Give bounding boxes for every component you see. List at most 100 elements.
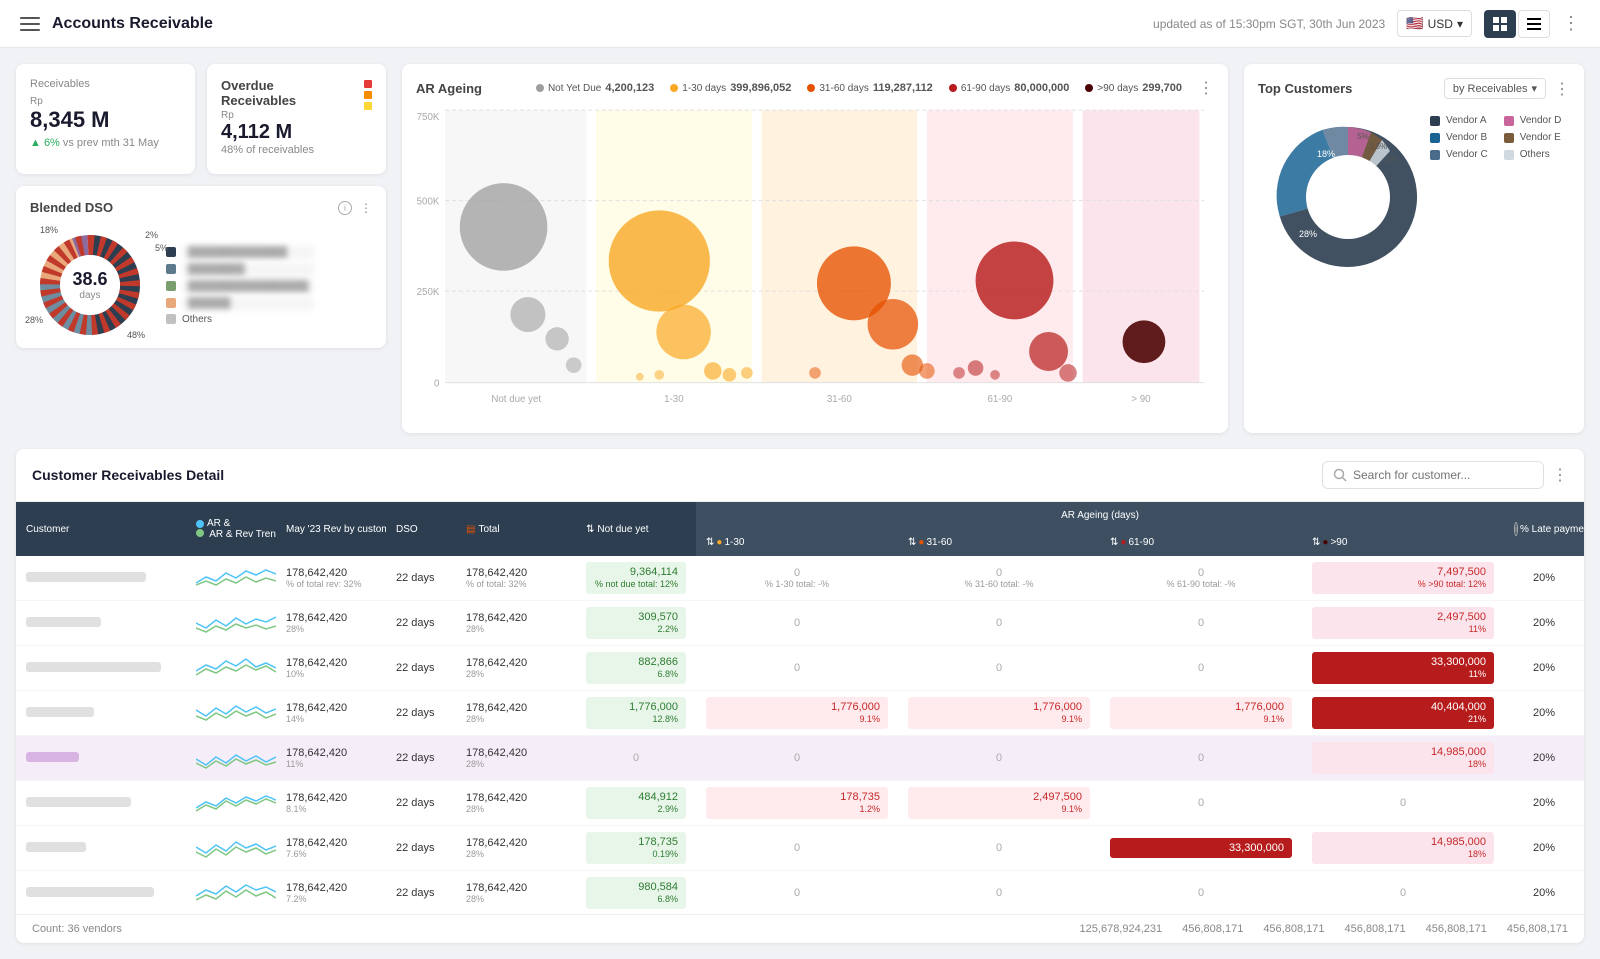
list-view-button[interactable]	[1518, 10, 1550, 38]
svg-text:> 90: > 90	[1131, 394, 1151, 405]
col-dso: DSO	[386, 502, 456, 556]
col-trend: AR & AR & Rev Trend	[186, 502, 276, 556]
svg-text:250K: 250K	[417, 287, 440, 298]
tc-legend-vendor-d: Vendor D	[1504, 115, 1562, 126]
overdue-label: Overdue	[221, 78, 296, 93]
ar-ageing-card: AR Ageing Not Yet Due 4,200,123 1-30 day…	[402, 64, 1228, 433]
top-left-area: Receivables Rp 8,345 M ▲ 6% vs prev mth …	[16, 64, 386, 433]
table-scroll[interactable]: Customer AR & AR & Rev Trend	[16, 502, 1584, 914]
kpi-top-row: Receivables Rp 8,345 M ▲ 6% vs prev mth …	[16, 64, 386, 174]
col-ar-ageing-group: AR Ageing (days)	[696, 502, 1504, 529]
ar-ageing-legend: Not Yet Due 4,200,123 1-30 days 399,896,…	[536, 78, 1214, 98]
tc-donut-chart: 48% 28% 18% 5% 3.6% 2%	[1258, 107, 1418, 267]
col-total: ▤ Total	[456, 502, 576, 556]
sparkline	[196, 788, 276, 816]
footer-total-main: 125,678,924,231	[1080, 923, 1163, 935]
header-more-icon[interactable]: ⋮	[1562, 13, 1580, 34]
tc-legend-others: Others	[1504, 149, 1562, 160]
header-right: updated as of 15:30pm SGT, 30th Jun 2023…	[1153, 10, 1580, 38]
updated-text: updated as of 15:30pm SGT, 30th Jun 2023	[1153, 17, 1385, 31]
ar-ageing-title: AR Ageing	[416, 81, 482, 96]
currency-selector[interactable]: 🇺🇸 USD ▾	[1397, 10, 1472, 37]
search-box[interactable]	[1322, 461, 1544, 489]
svg-text:750K: 750K	[417, 112, 440, 123]
sparkline	[196, 833, 276, 861]
search-icon	[1333, 468, 1347, 482]
col-rev: May '23 Rev by customer	[276, 502, 386, 556]
top-cards-area: Receivables Rp 8,345 M ▲ 6% vs prev mth …	[16, 64, 1584, 433]
tc-legend: Vendor A Vendor D Vendor B	[1430, 107, 1561, 160]
dso-more-icon[interactable]: ⋮	[360, 201, 372, 215]
svg-text:0: 0	[434, 379, 440, 390]
dso-value: 38.6	[72, 269, 107, 290]
receivables-card: Receivables Rp 8,345 M ▲ 6% vs prev mth …	[16, 64, 195, 174]
receivables-table: Customer AR & AR & Rev Trend	[16, 502, 1584, 914]
svg-text:2%: 2%	[1385, 155, 1397, 164]
svg-text:3.6%: 3.6%	[1369, 142, 1387, 151]
tc-filter-button[interactable]: by Receivables ▾	[1444, 78, 1546, 99]
svg-text:500K: 500K	[417, 197, 440, 208]
col-not-due: ⇅ Not due yet	[576, 502, 696, 556]
top-customers-card: Top Customers by Receivables ▾ ⋮	[1244, 64, 1584, 433]
svg-text:18%: 18%	[1317, 149, 1335, 159]
table-row: 178,642,42010% 22 days 178,642,42028% 88…	[16, 646, 1584, 691]
tc-legend-vendor-e: Vendor E	[1504, 132, 1562, 143]
grid-view-button[interactable]	[1484, 10, 1516, 38]
col-ar-1-30: ⇅ ● 1-30	[696, 529, 898, 556]
table-row: 178,642,42014% 22 days 178,642,42028% 1,…	[16, 691, 1584, 736]
sparkline	[196, 563, 276, 591]
overdue-bar-1	[364, 80, 372, 88]
dso-info-icon[interactable]: i	[338, 201, 352, 215]
legend-item-2: ████████	[166, 263, 314, 276]
col-ar-31-60: ⇅ ● 31-60	[898, 529, 1100, 556]
table-section: Customer Receivables Detail ⋮ Customer	[16, 449, 1584, 943]
receivables-label: Receivables	[30, 78, 181, 90]
app-title: Accounts Receivable	[52, 15, 213, 33]
header-left: Accounts Receivable	[20, 15, 213, 33]
svg-text:28%: 28%	[1299, 229, 1317, 239]
table-row: 178,642,4207.6% 22 days 178,642,42028% 1…	[16, 826, 1584, 871]
view-toggle	[1484, 10, 1550, 38]
table-row: 178,642,42011% 22 days 178,642,42028% 0 …	[16, 736, 1584, 781]
sparkline	[196, 653, 276, 681]
table-more-icon[interactable]: ⋮	[1552, 465, 1568, 485]
ar-more-icon[interactable]: ⋮	[1198, 78, 1214, 98]
main-content: Receivables Rp 8,345 M ▲ 6% vs prev mth …	[0, 48, 1600, 959]
col-ar-61-90: ⇅ ● 61-90	[1100, 529, 1302, 556]
table-row: 178,642,4207.2% 22 days 178,642,42028% 9…	[16, 871, 1584, 915]
customer-search-input[interactable]	[1353, 468, 1533, 482]
tc-legend-vendor-a: Vendor A	[1430, 115, 1488, 126]
tc-more-icon[interactable]: ⋮	[1554, 79, 1570, 99]
receivables-value: 8,345 M	[30, 107, 181, 133]
tc-legend-vendor-b: Vendor B	[1430, 132, 1488, 143]
sparkline	[196, 743, 276, 771]
sparkline	[196, 878, 276, 906]
svg-text:48%: 48%	[1369, 179, 1387, 189]
svg-text:1-30: 1-30	[664, 394, 684, 405]
tc-legend-vendor-c: Vendor C	[1430, 149, 1488, 160]
vendor-count: Count: 36 vendors	[32, 923, 122, 935]
col-customer: Customer	[16, 502, 186, 556]
svg-text:Not due yet: Not due yet	[491, 394, 541, 405]
overdue-bar-3	[364, 102, 372, 110]
svg-text:5%: 5%	[1357, 132, 1369, 141]
legend-item-others: Others	[166, 314, 314, 325]
dso-unit: days	[72, 290, 107, 301]
col-late-pmt: i % Late payment	[1504, 502, 1584, 556]
receivables-change: ▲ 6% vs prev mth 31 May	[30, 137, 181, 149]
dso-donut: 38.6 days 2% 5% 18% 28% 48%	[30, 225, 150, 345]
overdue-bar-2	[364, 91, 372, 99]
legend-item-1: ██████████████	[166, 246, 314, 259]
overdue-card: Overdue Receivables Rp 4,112 M 48% of r	[207, 64, 386, 174]
table-footer: Count: 36 vendors 125,678,924,231 456,80…	[16, 914, 1584, 943]
legend-item-3: █████████████████	[166, 280, 314, 293]
svg-text:61-90: 61-90	[987, 394, 1012, 405]
legend-item-4: ██████	[166, 297, 314, 310]
table-header: Customer Receivables Detail ⋮	[16, 449, 1584, 502]
svg-text:31-60: 31-60	[827, 394, 852, 405]
menu-icon[interactable]	[20, 17, 40, 31]
app-container: Accounts Receivable updated as of 15:30p…	[0, 0, 1600, 959]
footer-totals: 125,678,924,231 456,808,171 456,808,171 …	[1080, 923, 1568, 935]
table-title: Customer Receivables Detail	[32, 467, 224, 483]
dso-card: Blended DSO i ⋮	[16, 186, 386, 348]
